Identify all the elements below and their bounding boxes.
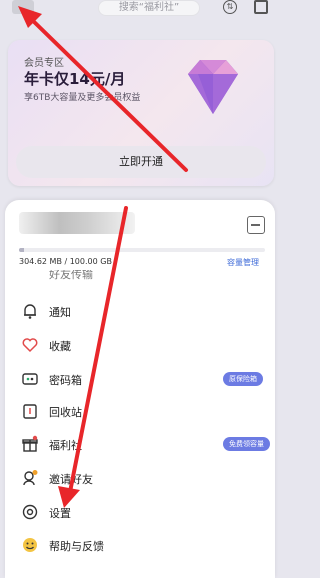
- menu-item-label: 设置: [49, 507, 71, 520]
- vip-zone-label: 会员专区: [24, 58, 64, 69]
- sync-icon[interactable]: ⇅: [223, 0, 237, 14]
- diamond-icon: [188, 60, 238, 114]
- menu-item-label: 通知: [49, 306, 71, 319]
- avatar[interactable]: [12, 0, 34, 14]
- menu-item-label: 帮助与反馈: [49, 540, 104, 553]
- vip-card[interactable]: 会员专区 年卡仅14元/月 享6TB大容量及更多会员权益 立即开通: [8, 40, 274, 186]
- menu-item-label: 密码箱: [49, 374, 82, 387]
- menu-item-label: 福利社: [49, 439, 82, 452]
- welfare-badge: 免费领容量: [223, 437, 270, 451]
- safe-badge: 原保险箱: [223, 372, 263, 386]
- menu-item-label: 邀请好友: [49, 473, 93, 486]
- storage-manage-link[interactable]: 容量管理: [227, 257, 259, 268]
- settings-icon: [22, 504, 38, 520]
- heart-icon: [22, 338, 38, 353]
- vip-subtitle: 享6TB大容量及更多会员权益: [24, 93, 141, 103]
- menu-item-notification[interactable]: 通知: [5, 296, 275, 326]
- menu-item-help-feedback[interactable]: 帮助与反馈: [5, 530, 275, 560]
- search-input[interactable]: 搜索“福利社”: [98, 0, 200, 16]
- menu-item-settings[interactable]: 设置: [5, 497, 275, 527]
- bell-icon: [24, 304, 36, 319]
- help-icon: [23, 538, 37, 552]
- menu-item-favorites[interactable]: 收藏: [5, 330, 275, 360]
- safe-icon: [22, 373, 38, 385]
- vip-title: 年卡仅14元/月: [24, 70, 126, 88]
- trash-icon: [23, 404, 37, 419]
- top-bar: 搜索“福利社” ⇅: [0, 0, 292, 20]
- menu-item-invite-friends[interactable]: 邀请好友: [5, 463, 275, 493]
- menu-item-label: 回收站: [49, 406, 82, 419]
- menu-item-label: 好友传输: [49, 270, 93, 281]
- menu-sheet: 304.62 MB / 100.00 GB 容量管理 好友传输 通知 收藏 密码…: [5, 200, 275, 578]
- username: [19, 212, 135, 234]
- menu-item-safe[interactable]: 密码箱 原保险箱: [5, 364, 275, 394]
- gift-icon: [22, 435, 38, 452]
- menu-item-recycle-bin[interactable]: 回收站: [5, 396, 275, 426]
- scan-icon[interactable]: [254, 0, 268, 14]
- scan-icon[interactable]: [247, 216, 265, 234]
- storage-progress-fill: [19, 248, 24, 252]
- open-vip-button[interactable]: 立即开通: [16, 146, 266, 178]
- storage-usage-text: 304.62 MB / 100.00 GB: [19, 257, 112, 266]
- menu-item-welfare[interactable]: 福利社 免费领容量: [5, 429, 275, 459]
- invite-icon: [23, 470, 38, 486]
- storage-progress-bar: [19, 248, 265, 252]
- menu-item-friend-transfer[interactable]: 好友传输: [5, 270, 275, 284]
- menu-item-label: 收藏: [49, 340, 71, 353]
